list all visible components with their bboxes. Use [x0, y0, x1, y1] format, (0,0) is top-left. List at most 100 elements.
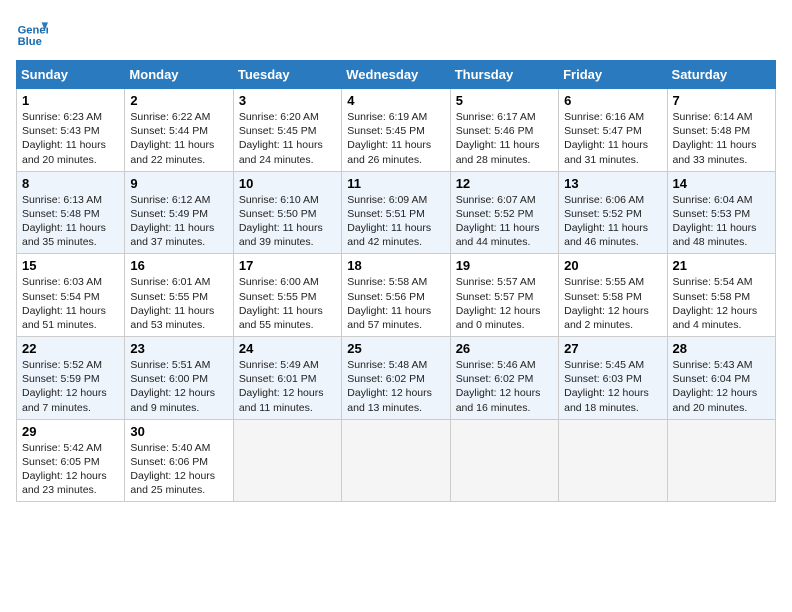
- day-number: 18: [347, 258, 444, 273]
- day-detail: Sunrise: 5:49 AMSunset: 6:01 PMDaylight:…: [239, 358, 336, 415]
- col-header-friday: Friday: [559, 61, 667, 89]
- calendar-cell: 4 Sunrise: 6:19 AMSunset: 5:45 PMDaylight…: [342, 89, 450, 172]
- col-header-tuesday: Tuesday: [233, 61, 341, 89]
- day-detail: Sunrise: 6:10 AMSunset: 5:50 PMDaylight:…: [239, 193, 336, 250]
- day-detail: Sunrise: 5:52 AMSunset: 5:59 PMDaylight:…: [22, 358, 119, 415]
- calendar-cell: [233, 419, 341, 502]
- calendar-week: 22Sunrise: 5:52 AMSunset: 5:59 PMDayligh…: [17, 337, 776, 420]
- day-detail: Sunrise: 6:19 AMSunset: 5:45 PMDaylight:…: [347, 110, 444, 167]
- calendar-cell: 13 Sunrise: 6:06 AMSunset: 5:52 PMDayligh…: [559, 171, 667, 254]
- calendar-cell: 19 Sunrise: 5:57 AMSunset: 5:57 PMDayligh…: [450, 254, 558, 337]
- calendar-week: 8Sunrise: 6:13 AMSunset: 5:48 PMDaylight…: [17, 171, 776, 254]
- day-number: 21: [673, 258, 770, 273]
- calendar-cell: 9 Sunrise: 6:12 AMSunset: 5:49 PMDaylight…: [125, 171, 233, 254]
- day-detail: Sunrise: 5:45 AMSunset: 6:03 PMDaylight:…: [564, 358, 661, 415]
- day-number: 16: [130, 258, 227, 273]
- day-detail: Sunrise: 5:46 AMSunset: 6:02 PMDaylight:…: [456, 358, 553, 415]
- day-number: 2: [130, 93, 227, 108]
- day-detail: Sunrise: 6:00 AMSunset: 5:55 PMDaylight:…: [239, 275, 336, 332]
- calendar-cell: 24 Sunrise: 5:49 AMSunset: 6:01 PMDayligh…: [233, 337, 341, 420]
- day-number: 13: [564, 176, 661, 191]
- day-detail: Sunrise: 5:54 AMSunset: 5:58 PMDaylight:…: [673, 275, 770, 332]
- calendar-cell: 22Sunrise: 5:52 AMSunset: 5:59 PMDayligh…: [17, 337, 125, 420]
- calendar-cell: 6 Sunrise: 6:16 AMSunset: 5:47 PMDaylight…: [559, 89, 667, 172]
- day-detail: Sunrise: 6:23 AMSunset: 5:43 PMDaylight:…: [22, 110, 119, 167]
- day-detail: Sunrise: 5:58 AMSunset: 5:56 PMDaylight:…: [347, 275, 444, 332]
- calendar-cell: 11 Sunrise: 6:09 AMSunset: 5:51 PMDayligh…: [342, 171, 450, 254]
- day-number: 14: [673, 176, 770, 191]
- day-detail: Sunrise: 5:55 AMSunset: 5:58 PMDaylight:…: [564, 275, 661, 332]
- calendar-cell: 1 Sunrise: 6:23 AMSunset: 5:43 PMDaylight…: [17, 89, 125, 172]
- day-number: 1: [22, 93, 119, 108]
- calendar-cell: 5Sunrise: 6:17 AMSunset: 5:46 PMDaylight…: [450, 89, 558, 172]
- day-detail: Sunrise: 6:09 AMSunset: 5:51 PMDaylight:…: [347, 193, 444, 250]
- logo: General Blue: [16, 16, 48, 48]
- day-number: 7: [673, 93, 770, 108]
- col-header-wednesday: Wednesday: [342, 61, 450, 89]
- day-number: 10: [239, 176, 336, 191]
- day-detail: Sunrise: 6:12 AMSunset: 5:49 PMDaylight:…: [130, 193, 227, 250]
- calendar-cell: 30Sunrise: 5:40 AMSunset: 6:06 PMDayligh…: [125, 419, 233, 502]
- day-detail: Sunrise: 6:17 AMSunset: 5:46 PMDaylight:…: [456, 110, 553, 167]
- calendar-cell: 20 Sunrise: 5:55 AMSunset: 5:58 PMDayligh…: [559, 254, 667, 337]
- day-number: 3: [239, 93, 336, 108]
- col-header-saturday: Saturday: [667, 61, 775, 89]
- calendar-cell: 14 Sunrise: 6:04 AMSunset: 5:53 PMDayligh…: [667, 171, 775, 254]
- day-number: 12: [456, 176, 553, 191]
- svg-text:Blue: Blue: [18, 36, 42, 48]
- calendar-week: 15 Sunrise: 6:03 AMSunset: 5:54 PMDayligh…: [17, 254, 776, 337]
- calendar-cell: 10 Sunrise: 6:10 AMSunset: 5:50 PMDayligh…: [233, 171, 341, 254]
- calendar-cell: 12 Sunrise: 6:07 AMSunset: 5:52 PMDayligh…: [450, 171, 558, 254]
- day-number: 15: [22, 258, 119, 273]
- day-detail: Sunrise: 6:20 AMSunset: 5:45 PMDaylight:…: [239, 110, 336, 167]
- calendar-cell: 2 Sunrise: 6:22 AMSunset: 5:44 PMDaylight…: [125, 89, 233, 172]
- day-number: 11: [347, 176, 444, 191]
- day-detail: Sunrise: 6:04 AMSunset: 5:53 PMDaylight:…: [673, 193, 770, 250]
- calendar-cell: 15 Sunrise: 6:03 AMSunset: 5:54 PMDayligh…: [17, 254, 125, 337]
- day-number: 9: [130, 176, 227, 191]
- calendar-cell: [342, 419, 450, 502]
- calendar-cell: 26 Sunrise: 5:46 AMSunset: 6:02 PMDayligh…: [450, 337, 558, 420]
- day-detail: Sunrise: 5:51 AMSunset: 6:00 PMDaylight:…: [130, 358, 227, 415]
- day-number: 4: [347, 93, 444, 108]
- day-detail: Sunrise: 6:16 AMSunset: 5:47 PMDaylight:…: [564, 110, 661, 167]
- day-detail: Sunrise: 6:13 AMSunset: 5:48 PMDaylight:…: [22, 193, 119, 250]
- calendar-cell: 18 Sunrise: 5:58 AMSunset: 5:56 PMDayligh…: [342, 254, 450, 337]
- calendar-cell: [667, 419, 775, 502]
- day-detail: Sunrise: 6:01 AMSunset: 5:55 PMDaylight:…: [130, 275, 227, 332]
- day-number: 20: [564, 258, 661, 273]
- calendar-cell: 3 Sunrise: 6:20 AMSunset: 5:45 PMDaylight…: [233, 89, 341, 172]
- day-detail: Sunrise: 6:22 AMSunset: 5:44 PMDaylight:…: [130, 110, 227, 167]
- day-detail: Sunrise: 5:48 AMSunset: 6:02 PMDaylight:…: [347, 358, 444, 415]
- day-number: 17: [239, 258, 336, 273]
- calendar-table: SundayMondayTuesdayWednesdayThursdayFrid…: [16, 60, 776, 502]
- day-detail: Sunrise: 6:07 AMSunset: 5:52 PMDaylight:…: [456, 193, 553, 250]
- day-number: 25: [347, 341, 444, 356]
- day-detail: Sunrise: 5:43 AMSunset: 6:04 PMDaylight:…: [673, 358, 770, 415]
- calendar-cell: 17 Sunrise: 6:00 AMSunset: 5:55 PMDayligh…: [233, 254, 341, 337]
- day-number: 24: [239, 341, 336, 356]
- calendar-cell: 28 Sunrise: 5:43 AMSunset: 6:04 PMDayligh…: [667, 337, 775, 420]
- day-number: 29: [22, 424, 119, 439]
- calendar-cell: 29 Sunrise: 5:42 AMSunset: 6:05 PMDayligh…: [17, 419, 125, 502]
- col-header-thursday: Thursday: [450, 61, 558, 89]
- day-number: 19: [456, 258, 553, 273]
- day-detail: Sunrise: 6:03 AMSunset: 5:54 PMDaylight:…: [22, 275, 119, 332]
- day-number: 6: [564, 93, 661, 108]
- day-number: 27: [564, 341, 661, 356]
- calendar-cell: 27 Sunrise: 5:45 AMSunset: 6:03 PMDayligh…: [559, 337, 667, 420]
- day-number: 28: [673, 341, 770, 356]
- col-header-sunday: Sunday: [17, 61, 125, 89]
- calendar-week: 1 Sunrise: 6:23 AMSunset: 5:43 PMDaylight…: [17, 89, 776, 172]
- day-detail: Sunrise: 5:42 AMSunset: 6:05 PMDaylight:…: [22, 441, 119, 498]
- logo-icon: General Blue: [16, 16, 48, 48]
- day-number: 26: [456, 341, 553, 356]
- page-header: General Blue: [16, 16, 776, 48]
- day-detail: Sunrise: 5:57 AMSunset: 5:57 PMDaylight:…: [456, 275, 553, 332]
- calendar-cell: 8Sunrise: 6:13 AMSunset: 5:48 PMDaylight…: [17, 171, 125, 254]
- day-detail: Sunrise: 5:40 AMSunset: 6:06 PMDaylight:…: [130, 441, 227, 498]
- day-detail: Sunrise: 6:14 AMSunset: 5:48 PMDaylight:…: [673, 110, 770, 167]
- col-header-monday: Monday: [125, 61, 233, 89]
- day-detail: Sunrise: 6:06 AMSunset: 5:52 PMDaylight:…: [564, 193, 661, 250]
- calendar-cell: 25 Sunrise: 5:48 AMSunset: 6:02 PMDayligh…: [342, 337, 450, 420]
